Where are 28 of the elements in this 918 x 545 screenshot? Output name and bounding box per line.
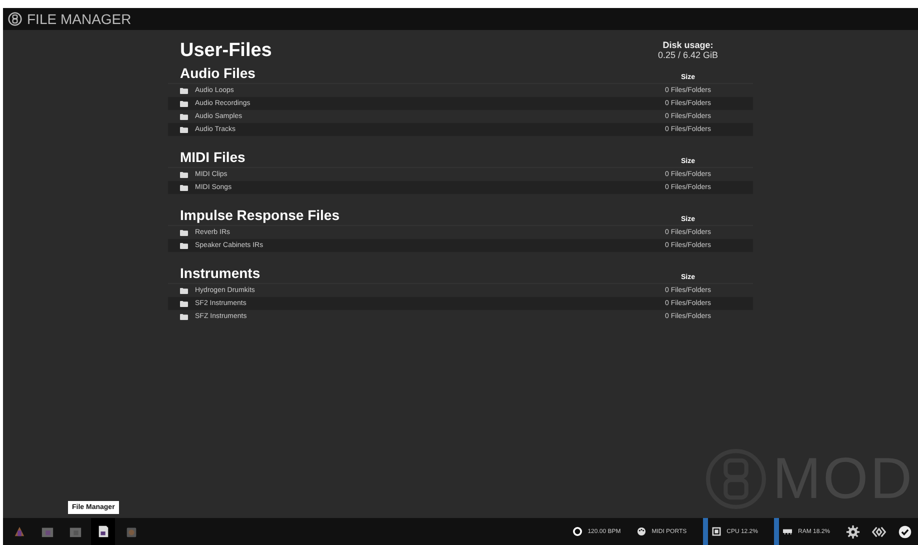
diamond-link-icon[interactable] <box>872 524 886 538</box>
section-title: Impulse Response Files <box>180 207 340 223</box>
ring-icon <box>572 527 582 536</box>
folder-icon <box>180 230 188 236</box>
settings-icon[interactable] <box>846 524 860 538</box>
folder-icon <box>180 300 188 306</box>
folder-icon <box>180 184 188 190</box>
folder-icon <box>180 172 188 178</box>
section-title: MIDI Files <box>180 149 246 165</box>
app-icon[interactable] <box>91 518 115 545</box>
disk-usage-label: Disk usage: <box>662 40 714 50</box>
folder-icon <box>180 288 188 294</box>
midi-plug-icon <box>636 527 646 536</box>
memory-icon <box>782 527 792 536</box>
disk-usage-value: 0.25 / 6.42 GiB <box>658 50 718 60</box>
chip-icon <box>712 527 721 536</box>
window-title: FILE MANAGER <box>27 11 132 27</box>
folder-icon <box>180 314 188 320</box>
section-title: Audio Files <box>180 65 256 81</box>
folder-icon <box>180 126 188 132</box>
folder-icon <box>180 88 188 94</box>
page-title: User-Files <box>180 40 272 62</box>
logo-icon <box>8 12 22 26</box>
folder-icon <box>180 242 188 248</box>
folder-icon <box>180 100 188 106</box>
section-title: Instruments <box>180 265 260 281</box>
folder-icon <box>180 114 188 120</box>
check-circle-icon[interactable] <box>898 524 912 538</box>
